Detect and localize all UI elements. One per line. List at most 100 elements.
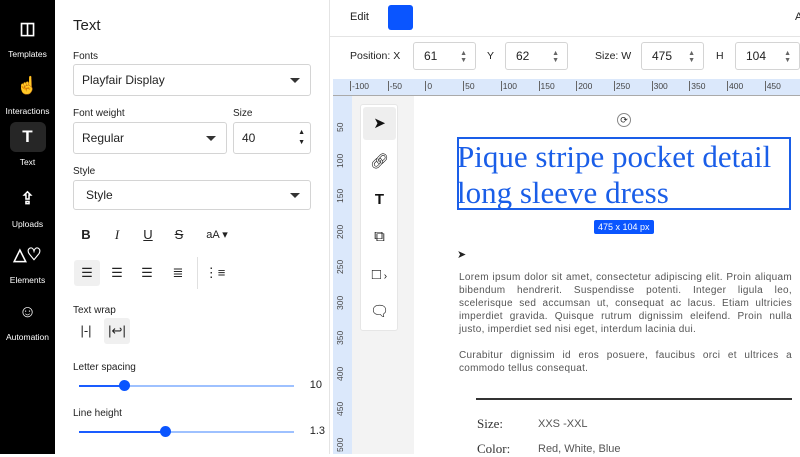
no-wrap-button[interactable]: |-|	[73, 318, 99, 344]
horizontal-ruler[interactable]: -100-50050100150200250300350400450500	[333, 79, 800, 96]
shape-tool[interactable]: □ ›	[363, 258, 396, 291]
letter-spacing-label: Letter spacing	[73, 362, 136, 373]
ruler-label: 500	[335, 437, 345, 452]
text-tool[interactable]: T	[363, 183, 396, 216]
italic-button[interactable]: I	[104, 222, 130, 248]
position-y-input[interactable]: 62 ▲ ▼	[505, 42, 568, 70]
upload-icon: ⇪	[20, 189, 35, 208]
size-w-input[interactable]: 475 ▲ ▼	[641, 42, 704, 70]
slider-handle[interactable]	[119, 380, 131, 391]
underline-button[interactable]: U	[135, 222, 161, 248]
bullet-list-button[interactable]: ⋮≡	[202, 260, 228, 286]
align-justify-icon: ≣	[172, 265, 184, 280]
ruler-label: 200	[576, 81, 593, 91]
position-x-input[interactable]: 61 ▲ ▼	[413, 42, 476, 70]
font-weight-label: Font weight	[73, 108, 125, 119]
title-text[interactable]: Pique stripe pocket detail long sleeve d…	[457, 139, 797, 211]
align-left-icon: ☰	[81, 265, 93, 280]
text-panel: Text Fonts Playfair Display Font weight …	[55, 0, 330, 454]
style-label: Style	[73, 166, 96, 177]
ruler-label: 150	[335, 188, 345, 203]
ruler-label: 350	[689, 81, 706, 91]
h-value: 104	[746, 49, 767, 63]
video-icon: ⧉	[374, 228, 385, 245]
nav-interactions[interactable]: ☝ Interactions	[0, 71, 55, 116]
align-right-icon: ☰	[141, 265, 153, 280]
ruler-label: 250	[335, 259, 345, 274]
stepper-icon[interactable]: ▲ ▼	[460, 50, 467, 64]
slider-handle[interactable]	[160, 426, 171, 437]
nav-elements[interactable]: △♡ Elements	[0, 240, 55, 285]
position-size-toolbar: Position: X 61 ▲ ▼ Y 62 ▲ ▼ Size: W 475 ▲ ▼ H …	[330, 37, 800, 79]
nav-label: Automation	[6, 332, 49, 342]
text-wrap-label: Text wrap	[73, 305, 116, 316]
vertical-ruler[interactable]: 50 100 150 200 250 300 350 400 450 500	[333, 96, 352, 454]
wrap-button[interactable]: |↩|	[104, 318, 130, 344]
bold-button[interactable]: B	[73, 222, 99, 248]
font-size-input[interactable]: 40 ▲ ▼	[233, 122, 311, 154]
ruler-label: 200	[335, 224, 345, 239]
font-weight-select[interactable]: Regular	[73, 122, 227, 154]
nav-automation[interactable]: ☺ Automation	[0, 297, 55, 342]
text-case-button[interactable]: aA ▾	[199, 222, 235, 248]
align-center-button[interactable]: ☰	[104, 260, 130, 286]
text-icon: T	[374, 191, 385, 208]
stepper-icon[interactable]: ▲ ▼	[298, 128, 305, 148]
robot-icon: ☺	[18, 302, 37, 321]
align-justify-button[interactable]: ≣	[165, 260, 191, 286]
toolbar-overflow-label[interactable]: A	[795, 11, 800, 23]
ruler-label: 150	[538, 81, 555, 91]
size-text: Size:	[595, 50, 619, 62]
nav-label: Elements	[9, 275, 46, 285]
page[interactable]: Pique stripe pocket detail long sleeve d…	[414, 96, 800, 456]
select-tool[interactable]: ➤	[363, 107, 396, 140]
size-label: Size:	[477, 416, 503, 431]
chevron-right-icon: ›	[380, 271, 388, 282]
line-height-slider[interactable]	[79, 426, 294, 437]
line-height-label: Line height	[73, 408, 122, 419]
wrap-icon: |↩|	[108, 323, 126, 338]
dimension-badge: 475 x 104 px	[594, 220, 654, 234]
align-right-button[interactable]: ☰	[134, 260, 160, 286]
stepper-icon[interactable]: ▲ ▼	[688, 50, 695, 64]
nav-label: Text	[19, 157, 36, 167]
align-left-button[interactable]: ☰	[74, 260, 100, 286]
body-paragraph-2[interactable]: Curabitur dignissim id eros posuere, fau…	[459, 349, 792, 375]
ruler-label: 300	[335, 295, 345, 310]
style-select[interactable]: Style	[73, 180, 311, 210]
panel-title: Text	[73, 17, 101, 34]
size-h-input[interactable]: 104 ▲ ▼	[735, 42, 800, 70]
ruler-label: -50	[387, 81, 402, 91]
rotate-icon[interactable]: ⟳	[617, 113, 631, 127]
strikethrough-button[interactable]: S	[166, 222, 192, 248]
align-center-icon: ☰	[111, 265, 123, 280]
chevron-down-icon	[290, 193, 300, 198]
canvas[interactable]: Pique stripe pocket detail long sleeve d…	[352, 96, 800, 456]
nav-label: Uploads	[11, 219, 44, 229]
edit-button[interactable]: Edit	[350, 11, 369, 23]
video-tool[interactable]: ⧉	[363, 220, 396, 253]
chevron-down-icon	[290, 78, 300, 83]
comment-tool[interactable]: 🗨︎	[363, 295, 396, 328]
font-select[interactable]: Playfair Display	[73, 64, 311, 96]
w-value: 475	[652, 49, 673, 63]
letter-spacing-slider[interactable]	[79, 380, 294, 391]
tool-palette: ➤ 🔗︎ T ⧉ □ › 🗨︎	[360, 104, 398, 331]
body-paragraph[interactable]: Lorem ipsum dolor sit amet, consectetur …	[459, 271, 792, 336]
nav-templates[interactable]: ◫ Templates	[0, 14, 55, 59]
position-label: Position: X	[350, 50, 400, 62]
no-wrap-icon: |-|	[80, 323, 92, 338]
nav-uploads[interactable]: ⇪ Uploads	[0, 184, 55, 229]
nav-label: Templates	[8, 49, 47, 59]
nav-text[interactable]: T Text	[0, 122, 55, 167]
layout-icon: ◫	[19, 19, 36, 38]
divider-line	[476, 398, 792, 400]
divider	[197, 257, 198, 289]
size-value: XXS -XXL	[538, 418, 588, 430]
weight-value: Regular	[82, 131, 125, 145]
ruler-label: 450	[764, 81, 781, 91]
color-swatch[interactable]	[388, 5, 413, 30]
link-tool[interactable]: 🔗︎	[363, 145, 396, 178]
stepper-icon[interactable]: ▲ ▼	[784, 50, 791, 64]
stepper-icon[interactable]: ▲ ▼	[552, 50, 559, 64]
